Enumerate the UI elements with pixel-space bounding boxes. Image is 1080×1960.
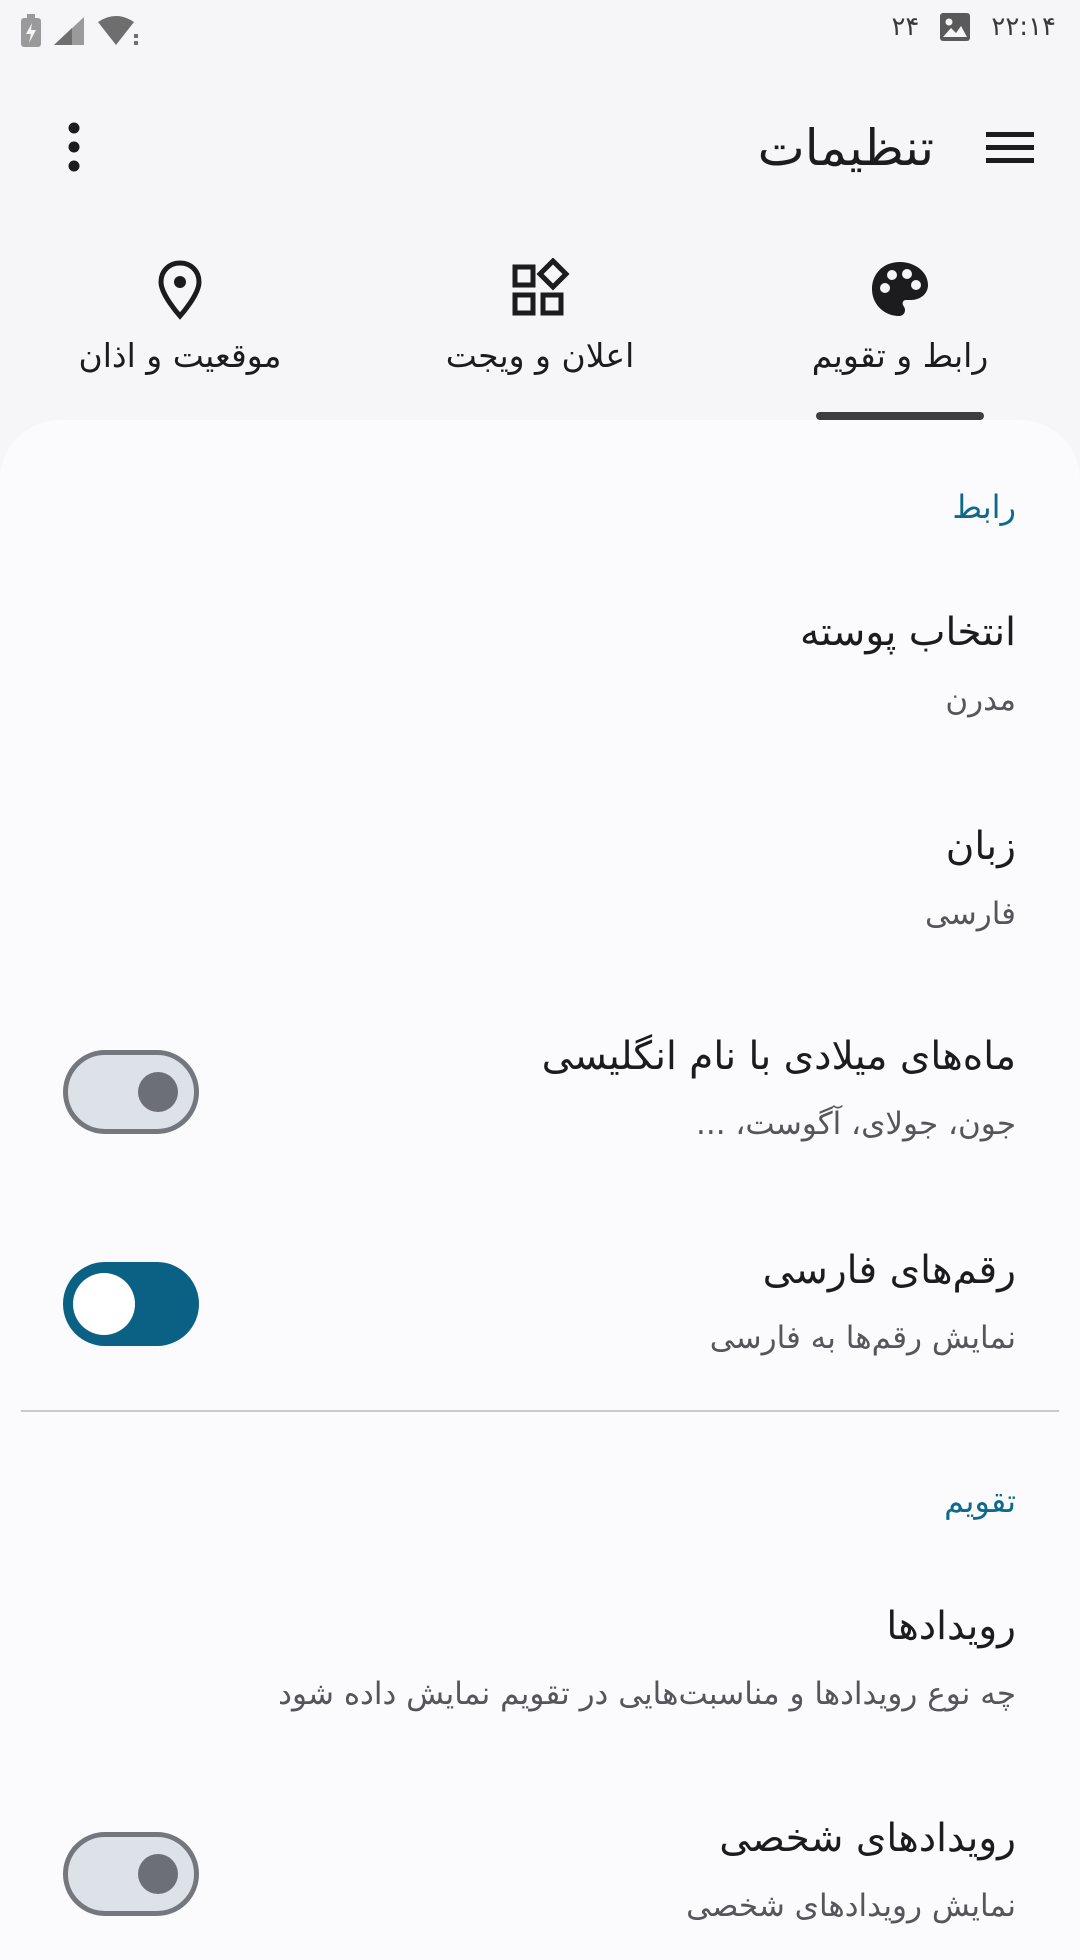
switch-thumb <box>73 1273 135 1335</box>
tab-notification-widget[interactable]: اعلان و ویجت <box>380 240 700 420</box>
pref-summary: نمایش رویدادهای شخصی <box>686 1888 1016 1924</box>
status-icons-left <box>20 14 140 48</box>
more-vert-icon <box>68 122 80 172</box>
tab-interface-calendar[interactable]: رابط و تقویم <box>740 240 1060 420</box>
pref-title: رویدادهای شخصی <box>719 1816 1016 1861</box>
pref-summary: فارسی <box>924 896 1016 932</box>
pref-title: زبان <box>945 824 1016 869</box>
signal-icon <box>54 17 84 45</box>
switch-thumb <box>138 1072 178 1112</box>
menu-icon <box>986 132 1034 163</box>
pref-summary: جون، جولای، آگوست، ... <box>695 1106 1016 1142</box>
pref-title: انتخاب پوسته <box>800 610 1016 655</box>
pref-title: رویدادها <box>886 1604 1016 1649</box>
palette-icon <box>872 262 928 316</box>
tab-label: اعلان و ویجت <box>445 336 635 375</box>
menu-button[interactable] <box>980 118 1040 178</box>
app-bar: تنظیمات <box>0 88 1080 208</box>
status-icons-right: ۲۴ ۲۲:۱۴ <box>891 12 1056 42</box>
tab-bar: رابط و تقویم اعلان و ویجت موقعیت و اذان <box>0 240 1080 420</box>
location-pin-icon <box>158 260 202 320</box>
section-divider <box>21 1410 1059 1412</box>
status-time: ۲۲:۱۴ <box>991 12 1056 42</box>
page-title: تنظیمات <box>757 119 934 177</box>
status-bar: ۲۴ ۲۲:۱۴ <box>0 0 1080 64</box>
switch-thumb <box>138 1854 178 1894</box>
persian-digits-switch[interactable] <box>63 1262 199 1346</box>
pref-summary: نمایش رقم‌ها به فارسی <box>709 1320 1016 1356</box>
personal-events-switch[interactable] <box>63 1832 199 1916</box>
tab-label: موقعیت و اذان <box>78 336 282 375</box>
section-header-calendar: تقویم <box>944 1482 1016 1520</box>
settings-sheet: رابط انتخاب پوسته مدرن زبان فارسی ماه‌ها… <box>0 420 1080 1960</box>
tab-selected-indicator <box>816 412 984 420</box>
tab-label: رابط و تقویم <box>811 336 989 375</box>
pref-title: ماه‌های میلادی با نام انگلیسی <box>541 1034 1016 1079</box>
pref-summary: مدرن <box>945 682 1016 718</box>
widgets-icon <box>512 258 570 316</box>
more-options-button[interactable] <box>52 118 96 178</box>
battery-charging-icon <box>21 14 41 47</box>
tab-location-azan[interactable]: موقعیت و اذان <box>20 240 340 420</box>
pref-title: رقم‌های فارسی <box>762 1248 1016 1293</box>
status-date: ۲۴ <box>891 12 920 42</box>
english-months-switch[interactable] <box>63 1050 199 1134</box>
section-header-interface: رابط <box>952 488 1016 526</box>
pref-summary: چه نوع رویدادها و مناسبت‌هایی در تقویم ن… <box>278 1676 1016 1712</box>
image-icon <box>940 13 971 41</box>
wifi-icon <box>98 16 138 45</box>
